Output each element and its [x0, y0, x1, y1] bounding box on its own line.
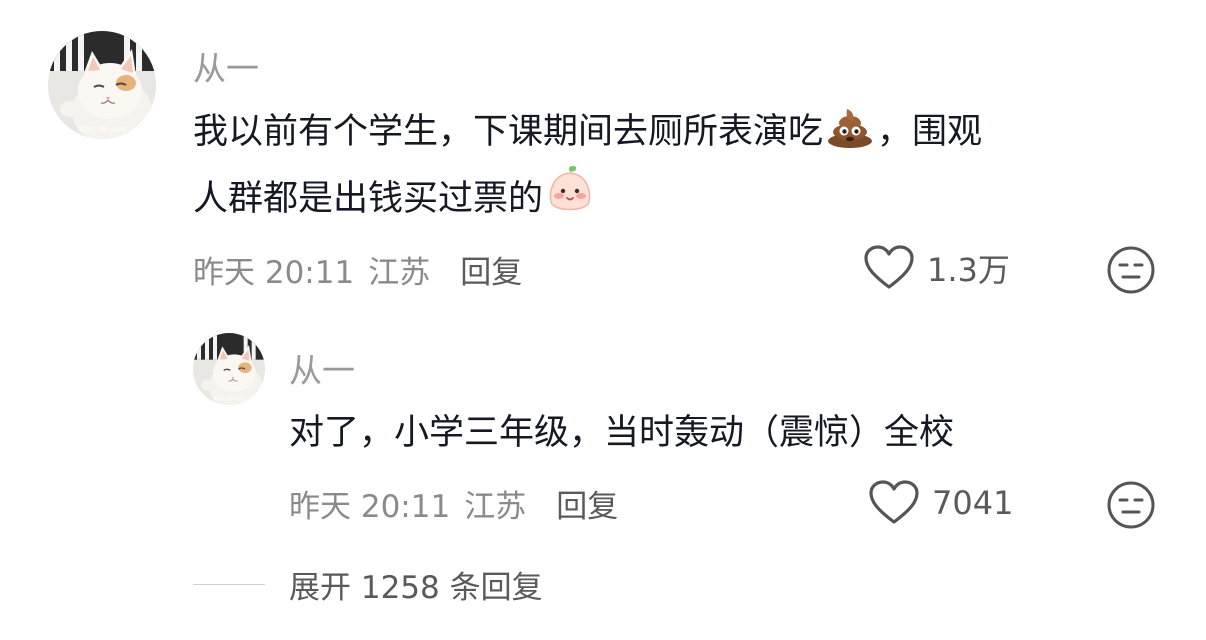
comment-meta: 昨天 20:11 江苏 回复: [193, 247, 522, 292]
reply-button[interactable]: 回复: [556, 481, 618, 526]
dislike-button[interactable]: [1106, 245, 1156, 295]
reply-location: 江苏: [464, 489, 527, 525]
comment-location: 江苏: [368, 255, 431, 291]
like-button[interactable]: 1.3万: [863, 245, 1010, 291]
expand-replies-label: 展开 1258 条回复: [289, 570, 543, 606]
comment-text-segment: ，围观: [877, 112, 983, 152]
expand-replies-button[interactable]: 展开 1258 条回复: [193, 562, 543, 607]
unamused-face-icon: [1107, 481, 1155, 529]
avatar-watermark: Who TM care: [78, 125, 126, 134]
reply-username[interactable]: 从一: [289, 344, 355, 392]
avatar[interactable]: Who TM care: [48, 31, 156, 139]
avatar[interactable]: Who TM care: [193, 333, 265, 405]
like-count: 1.3万: [927, 251, 1010, 289]
unamused-face-icon: [1107, 246, 1155, 294]
dislike-button[interactable]: [1106, 480, 1156, 530]
like-count: 7041: [932, 484, 1014, 522]
reply-time: 昨天 20:11: [289, 489, 451, 525]
comment-text: 我以前有个学生，下课期间去厕所表演吃 ，围观 人群都是出钱买过票的: [193, 104, 1173, 233]
comment-text-line-1: 我以前有个学生，下课期间去厕所表演吃 ，围观: [193, 104, 1173, 166]
poop-emoji-icon: [825, 105, 875, 166]
reply-button[interactable]: 回复: [460, 247, 522, 292]
reply-meta: 昨天 20:11 江苏 回复: [289, 481, 618, 526]
reply-text: 对了，小学三年级，当时轰动（震惊）全校: [289, 413, 955, 453]
heart-outline-icon: [868, 480, 920, 526]
avatar-watermark: Who TM care: [213, 396, 245, 402]
comment-username[interactable]: 从一: [193, 42, 259, 90]
heart-outline-icon: [863, 245, 915, 291]
reply-item: Who TM care 从一 对了，小学三年级，当时轰动（震惊）全校 昨天 20…: [0, 320, 1206, 550]
comment-text-segment: 我以前有个学生，下课期间去厕所表演吃: [193, 112, 824, 152]
blush-face-emoji-icon: [545, 166, 595, 233]
comment-item: Who TM care 从一 我以前有个学生，下课期间去厕所表演吃 ，围观 人群…: [0, 0, 1206, 320]
cat-avatar-image: Who TM care: [193, 333, 265, 405]
cat-avatar-image: Who TM care: [48, 31, 156, 139]
comment-text-line-2: 人群都是出钱买过票的: [193, 166, 1173, 233]
comment-time: 昨天 20:11: [193, 255, 355, 291]
comment-text-segment: 人群都是出钱买过票的: [193, 179, 544, 219]
divider: [193, 584, 265, 585]
like-button[interactable]: 7041: [868, 480, 1013, 526]
